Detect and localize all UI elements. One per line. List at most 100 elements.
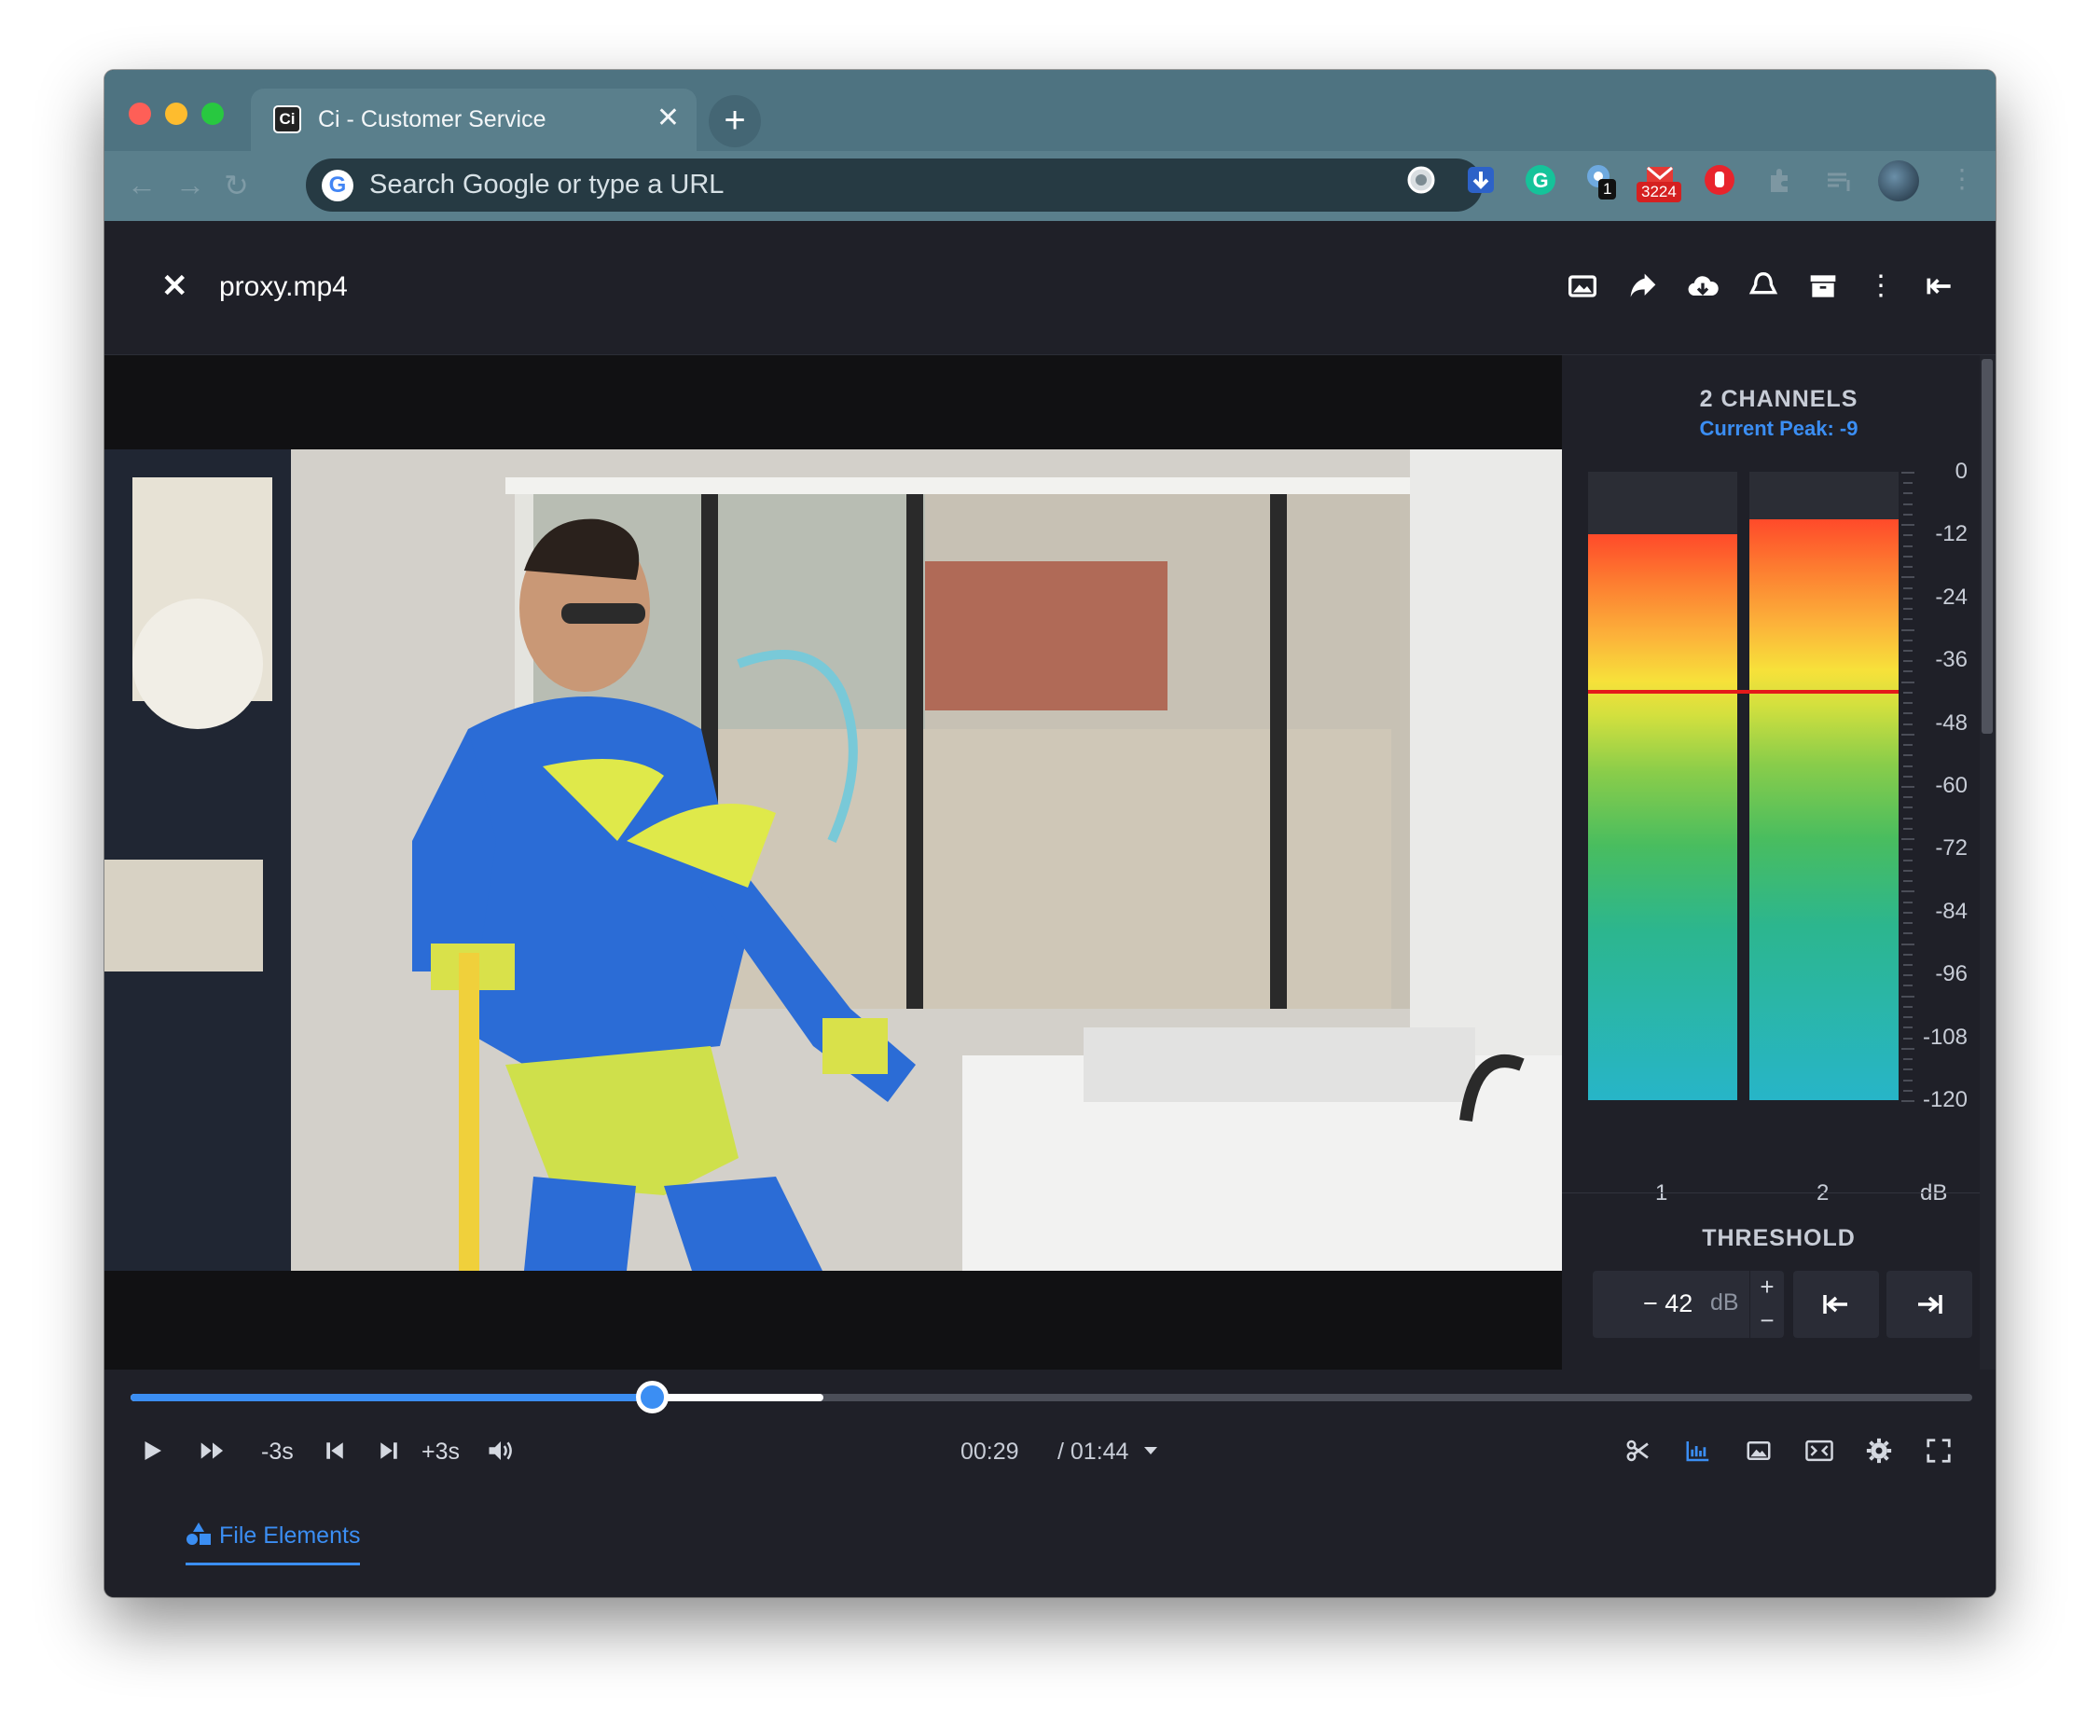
snapshot-image-icon[interactable] bbox=[1745, 1437, 1773, 1465]
minimize-window-button[interactable] bbox=[165, 103, 187, 125]
meter-tick bbox=[1903, 649, 1913, 652]
threshold-unit: dB bbox=[1710, 1289, 1739, 1316]
meter-tick bbox=[1903, 911, 1913, 914]
meter-tick bbox=[1901, 576, 1914, 579]
meter-tick bbox=[1903, 953, 1913, 956]
seek-handle[interactable] bbox=[635, 1381, 669, 1413]
channel-2-meter bbox=[1749, 472, 1899, 1100]
image-icon[interactable] bbox=[1564, 268, 1601, 305]
forward-arrow-icon[interactable]: → bbox=[175, 168, 205, 202]
meter-tick bbox=[1903, 1037, 1913, 1040]
meter-scale-label: -108 bbox=[1922, 1024, 1968, 1050]
puzzle-badge-icon[interactable]: 1 bbox=[1583, 163, 1617, 200]
collapse-icon[interactable] bbox=[1921, 268, 1958, 305]
meter-tick bbox=[1901, 472, 1914, 474]
meter-tick bbox=[1903, 639, 1913, 641]
meter-tick bbox=[1901, 628, 1914, 631]
bell-icon[interactable] bbox=[1745, 268, 1782, 305]
seek-bar[interactable] bbox=[131, 1381, 1972, 1413]
meter-tick bbox=[1903, 754, 1913, 757]
address-bar[interactable]: G bbox=[306, 158, 1483, 212]
fullscreen-icon[interactable] bbox=[1925, 1437, 1953, 1465]
channel-2-level bbox=[1749, 518, 1899, 1100]
reload-icon[interactable]: ↻ bbox=[224, 168, 249, 203]
tab-file-elements[interactable]: File Elements bbox=[186, 1522, 361, 1565]
browser-window: Ci Ci - Customer Service ✕ + ← → ↻ G G 1 bbox=[104, 70, 1996, 1597]
google-icon: G bbox=[322, 170, 353, 201]
audio-meter-icon[interactable] bbox=[1684, 1437, 1712, 1465]
meter-scale-label: -24 bbox=[1935, 584, 1968, 610]
threshold-input[interactable]: − 42 dB bbox=[1593, 1271, 1749, 1338]
share-icon[interactable] bbox=[1624, 268, 1662, 305]
meter-tick bbox=[1903, 985, 1913, 987]
more-vert-icon[interactable]: ⋮ bbox=[1862, 268, 1900, 305]
meter-tick bbox=[1903, 817, 1913, 820]
meter-tick bbox=[1903, 827, 1913, 830]
fast-forward-icon[interactable] bbox=[198, 1437, 228, 1465]
aspect-ratio-icon[interactable] bbox=[1804, 1437, 1834, 1465]
meter-tick bbox=[1901, 890, 1914, 893]
next-frame-icon[interactable] bbox=[377, 1437, 401, 1465]
play-icon[interactable] bbox=[138, 1437, 166, 1465]
address-input[interactable] bbox=[369, 158, 1442, 212]
seek-next-peak-button[interactable] bbox=[1886, 1271, 1972, 1338]
shapes-icon bbox=[186, 1522, 212, 1546]
previous-frame-icon[interactable] bbox=[323, 1437, 347, 1465]
new-tab-button[interactable]: + bbox=[709, 95, 761, 147]
cloud-download-icon[interactable] bbox=[1684, 268, 1721, 305]
browser-tab[interactable]: Ci Ci - Customer Service ✕ bbox=[251, 89, 697, 151]
settings-gear-icon[interactable] bbox=[1865, 1437, 1893, 1465]
meter-tick bbox=[1903, 597, 1913, 599]
circle-extension-icon[interactable] bbox=[1404, 163, 1438, 197]
meter-tick bbox=[1903, 691, 1913, 694]
video-stage[interactable] bbox=[104, 355, 1562, 1370]
gmail-icon[interactable]: 3224 bbox=[1637, 163, 1681, 202]
extensions-icon[interactable] bbox=[1762, 163, 1796, 197]
tab-close-icon[interactable]: ✕ bbox=[656, 102, 680, 135]
meter-tick bbox=[1903, 712, 1913, 715]
meter-tick bbox=[1903, 932, 1913, 935]
volume-icon[interactable] bbox=[485, 1437, 517, 1465]
caret-down-icon[interactable] bbox=[1143, 1444, 1158, 1457]
audio-meter-panel: 2 CHANNELS Current Peak: -9 0 -12 -24 -36 -4… bbox=[1562, 355, 1996, 1370]
scrollbar-thumb[interactable] bbox=[1982, 359, 1993, 734]
close-window-button[interactable] bbox=[129, 103, 151, 125]
meter-scale-label: -120 bbox=[1922, 1087, 1968, 1112]
meter-tick bbox=[1903, 534, 1913, 537]
browser-menu-icon[interactable]: ⋮ bbox=[1945, 163, 1979, 197]
window-controls bbox=[129, 103, 224, 125]
arrow-to-start-icon bbox=[1823, 1295, 1847, 1314]
threshold-stepper[interactable]: + − bbox=[1749, 1271, 1784, 1338]
media-queue-icon[interactable] bbox=[1822, 163, 1856, 197]
grammarly-icon[interactable]: G bbox=[1524, 163, 1557, 197]
stop-hand-icon[interactable] bbox=[1703, 163, 1736, 197]
meter-tick bbox=[1901, 838, 1914, 841]
archive-icon[interactable] bbox=[1804, 268, 1842, 305]
threshold-increment-button[interactable]: + bbox=[1750, 1271, 1784, 1304]
meter-tick bbox=[1903, 586, 1913, 589]
video-frame[interactable] bbox=[104, 449, 1562, 1271]
browser-tab-bar: Ci Ci - Customer Service ✕ + bbox=[104, 70, 1996, 151]
player-controls: -3s +3s 00:29 / 01:44 bbox=[104, 1370, 1996, 1481]
meter-tick bbox=[1903, 1058, 1913, 1061]
download-extension-icon[interactable] bbox=[1464, 163, 1498, 197]
meter-tick bbox=[1903, 670, 1913, 673]
skip-back-3s-button[interactable]: -3s bbox=[261, 1439, 294, 1466]
maximize-window-button[interactable] bbox=[201, 103, 224, 125]
scissors-icon[interactable] bbox=[1624, 1437, 1652, 1465]
skip-forward-3s-button[interactable]: +3s bbox=[421, 1439, 460, 1466]
duration[interactable]: / 01:44 bbox=[1057, 1439, 1128, 1466]
played-range bbox=[131, 1394, 652, 1401]
close-viewer-icon[interactable]: ✕ bbox=[161, 268, 188, 305]
meter-scrollbar[interactable] bbox=[1980, 355, 1996, 1370]
meter-tick bbox=[1903, 513, 1913, 516]
current-peak: Current Peak: -9 bbox=[1699, 417, 1858, 440]
seek-prev-peak-button[interactable] bbox=[1793, 1271, 1879, 1338]
profile-avatar[interactable] bbox=[1878, 160, 1919, 201]
threshold-decrement-button[interactable]: − bbox=[1750, 1304, 1784, 1338]
back-arrow-icon[interactable]: ← bbox=[127, 168, 157, 202]
meter-tick bbox=[1903, 1079, 1913, 1082]
browser-toolbar: ← → ↻ G G 1 3224 bbox=[104, 151, 1996, 221]
gmail-badge: 3224 bbox=[1637, 182, 1681, 202]
threshold-section: THRESHOLD − 42 dB + − bbox=[1562, 1192, 1996, 1370]
